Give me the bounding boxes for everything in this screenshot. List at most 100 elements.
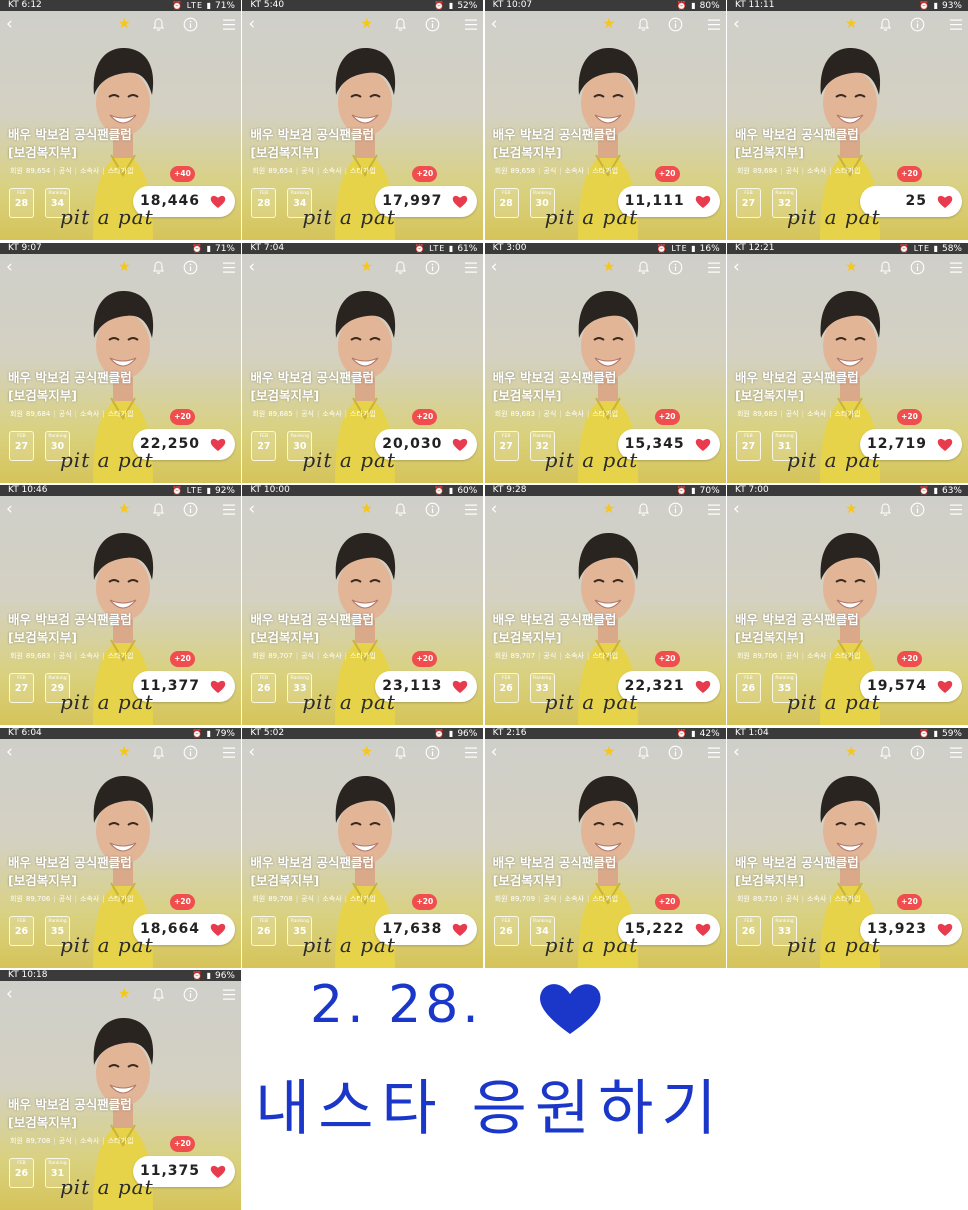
back-arrow-icon[interactable]: ‹ [491,258,498,276]
back-arrow-icon[interactable]: ‹ [6,500,13,518]
info-icon[interactable] [425,502,440,517]
menu-icon[interactable] [707,17,721,32]
favorite-star-icon[interactable]: ★ [845,501,858,517]
menu-icon[interactable] [949,260,963,275]
info-icon[interactable] [425,745,440,760]
back-arrow-icon[interactable]: ‹ [248,15,255,33]
back-arrow-icon[interactable]: ‹ [733,258,740,276]
menu-icon[interactable] [222,502,236,517]
back-arrow-icon[interactable]: ‹ [6,743,13,761]
favorite-star-icon[interactable]: ★ [118,986,131,1002]
back-arrow-icon[interactable]: ‹ [6,15,13,33]
menu-icon[interactable] [707,502,721,517]
bonus-hearts-badge[interactable]: +20 [896,651,922,667]
bonus-hearts-badge[interactable]: +20 [412,893,438,910]
favorite-star-icon[interactable]: ★ [360,259,373,275]
menu-icon[interactable] [949,502,963,517]
menu-icon[interactable] [222,745,236,760]
info-icon[interactable] [668,502,683,517]
bonus-hearts-badge[interactable]: +20 [896,166,922,182]
menu-icon[interactable] [949,17,963,32]
favorite-star-icon[interactable]: ★ [118,744,131,760]
favorite-star-icon[interactable]: ★ [118,259,131,275]
info-icon[interactable] [910,260,925,275]
back-arrow-icon[interactable]: ‹ [248,258,255,276]
favorite-star-icon[interactable]: ★ [845,16,858,32]
back-arrow-icon[interactable]: ‹ [491,15,498,33]
favorite-star-icon[interactable]: ★ [603,259,616,275]
menu-icon[interactable] [464,745,478,760]
menu-icon[interactable] [464,17,478,32]
info-icon[interactable] [183,745,198,760]
menu-icon[interactable] [707,745,721,760]
menu-icon[interactable] [464,260,478,275]
bell-icon[interactable] [393,260,408,275]
bell-icon[interactable] [878,260,893,275]
back-arrow-icon[interactable]: ‹ [248,743,255,761]
bell-icon[interactable] [636,502,651,517]
bell-icon[interactable] [151,745,166,760]
back-arrow-icon[interactable]: ‹ [248,500,255,518]
bell-icon[interactable] [151,17,166,32]
info-icon[interactable] [668,745,683,760]
bonus-hearts-badge[interactable]: +20 [412,166,438,182]
bonus-hearts-badge[interactable]: +20 [170,1136,195,1152]
menu-icon[interactable] [222,987,236,1002]
bonus-hearts-badge[interactable]: +20 [654,408,680,425]
bell-icon[interactable] [151,502,166,517]
info-icon[interactable] [183,987,198,1002]
favorite-star-icon[interactable]: ★ [360,501,373,517]
back-arrow-icon[interactable]: ‹ [6,258,13,276]
bell-icon[interactable] [393,17,408,32]
bell-icon[interactable] [636,17,651,32]
info-icon[interactable] [910,745,925,760]
menu-icon[interactable] [222,260,236,275]
bell-icon[interactable] [878,502,893,517]
favorite-star-icon[interactable]: ★ [360,16,373,32]
favorite-star-icon[interactable]: ★ [603,501,616,517]
bell-icon[interactable] [393,745,408,760]
info-icon[interactable] [183,502,198,517]
bonus-hearts-badge[interactable]: +20 [654,166,680,182]
bell-icon[interactable] [878,17,893,32]
info-icon[interactable] [183,17,198,32]
bonus-hearts-badge[interactable]: +20 [170,651,195,667]
bonus-hearts-badge[interactable]: +20 [412,651,438,667]
info-icon[interactable] [425,17,440,32]
bonus-hearts-badge[interactable]: +20 [896,408,922,425]
bonus-hearts-badge[interactable]: +20 [896,893,922,910]
bonus-hearts-badge[interactable]: +20 [170,893,195,910]
info-icon[interactable] [668,17,683,32]
menu-icon[interactable] [464,502,478,517]
favorite-star-icon[interactable]: ★ [603,16,616,32]
favorite-star-icon[interactable]: ★ [118,16,131,32]
bell-icon[interactable] [636,745,651,760]
info-icon[interactable] [668,260,683,275]
back-arrow-icon[interactable]: ‹ [733,743,740,761]
favorite-star-icon[interactable]: ★ [603,744,616,760]
info-icon[interactable] [425,260,440,275]
menu-icon[interactable] [949,745,963,760]
back-arrow-icon[interactable]: ‹ [491,500,498,518]
bell-icon[interactable] [878,745,893,760]
bell-icon[interactable] [151,987,166,1002]
bonus-hearts-badge[interactable]: +20 [654,893,680,910]
bell-icon[interactable] [636,260,651,275]
bell-icon[interactable] [393,502,408,517]
info-icon[interactable] [910,502,925,517]
favorite-star-icon[interactable]: ★ [845,744,858,760]
back-arrow-icon[interactable]: ‹ [491,743,498,761]
favorite-star-icon[interactable]: ★ [118,501,131,517]
bonus-hearts-badge[interactable]: +40 [170,166,195,182]
bonus-hearts-badge[interactable]: +20 [412,408,438,425]
menu-icon[interactable] [707,260,721,275]
back-arrow-icon[interactable]: ‹ [733,15,740,33]
info-icon[interactable] [183,260,198,275]
bonus-hearts-badge[interactable]: +20 [654,651,680,667]
favorite-star-icon[interactable]: ★ [845,259,858,275]
bonus-hearts-badge[interactable]: +20 [170,408,195,425]
bell-icon[interactable] [151,260,166,275]
back-arrow-icon[interactable]: ‹ [6,985,13,1003]
info-icon[interactable] [910,17,925,32]
back-arrow-icon[interactable]: ‹ [733,500,740,518]
